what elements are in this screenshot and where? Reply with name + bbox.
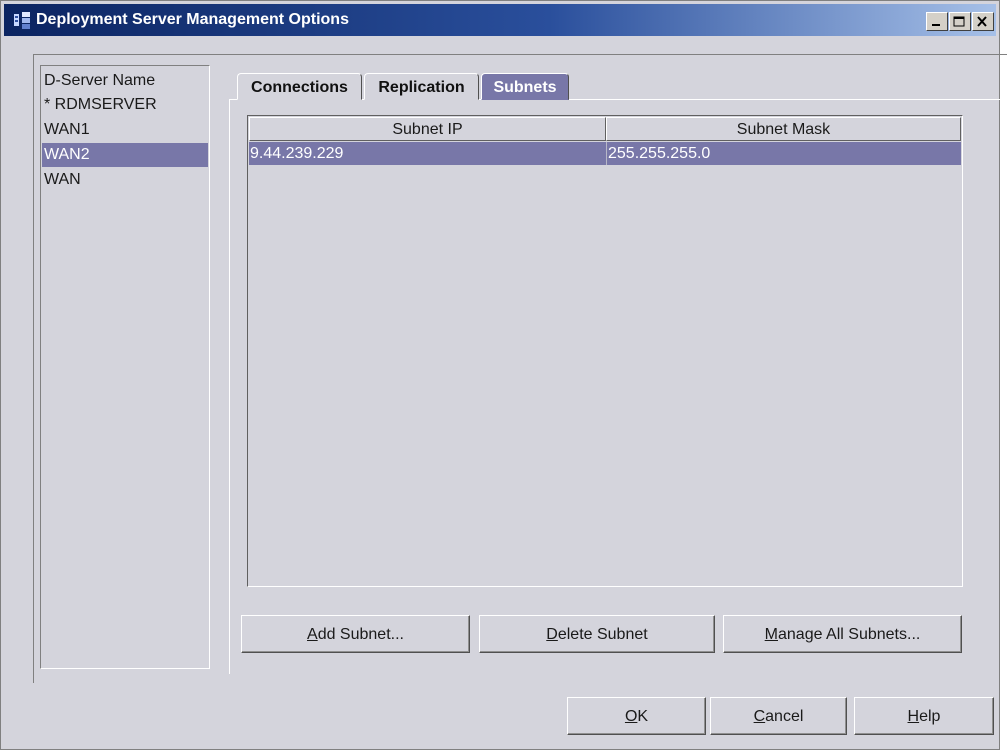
table-row[interactable]: 9.44.239.229 255.255.255.0	[249, 142, 961, 165]
list-item[interactable]: * RDMSERVER	[42, 93, 208, 117]
list-item[interactable]: WAN1	[42, 118, 208, 142]
minimize-icon	[932, 24, 940, 26]
delete-subnet-button[interactable]: Delete Subnet	[479, 615, 715, 653]
cancel-label: ancel	[765, 708, 804, 725]
app-icon	[14, 12, 32, 30]
minimize-button[interactable]	[926, 12, 948, 31]
maximize-button[interactable]	[949, 12, 971, 31]
tab-subnets[interactable]: Subnets	[481, 73, 569, 100]
dialog-window: Deployment Server Management Options D-S…	[0, 0, 1007, 750]
manage-subnets-label: anage All Subnets...	[778, 626, 921, 643]
column-header-subnet-mask[interactable]: Subnet Mask	[606, 117, 961, 141]
manage-subnets-mnemonic: M	[764, 626, 778, 643]
delete-subnet-label: elete Subnet	[557, 626, 648, 643]
add-subnet-label: dd Subnet...	[317, 626, 404, 643]
list-item-selected[interactable]: WAN2	[42, 143, 208, 167]
ok-button[interactable]: OK	[567, 697, 706, 735]
cancel-mnemonic: C	[753, 708, 766, 725]
delete-subnet-mnemonic: D	[546, 626, 558, 643]
cell-subnet-mask: 255.255.255.0	[606, 142, 961, 165]
ok-label: K	[637, 708, 649, 725]
help-mnemonic: H	[907, 708, 920, 725]
list-item[interactable]: D-Server Name	[42, 69, 208, 93]
add-subnet-button[interactable]: Add Subnet...	[241, 615, 470, 653]
subnet-table[interactable]: Subnet IP Subnet Mask 9.44.239.229 255.2…	[247, 115, 963, 587]
cell-subnet-ip: 9.44.239.229	[250, 145, 344, 162]
help-label: elp	[919, 708, 941, 725]
manage-all-subnets-button[interactable]: Manage All Subnets...	[723, 615, 962, 653]
maximize-icon	[953, 16, 965, 27]
tab-replication[interactable]: Replication	[364, 73, 479, 100]
close-icon	[977, 16, 987, 27]
title-bar[interactable]: Deployment Server Management Options	[4, 4, 996, 36]
help-button[interactable]: Help	[854, 697, 994, 735]
column-header-subnet-ip[interactable]: Subnet IP	[249, 117, 606, 141]
close-button[interactable]	[972, 12, 994, 31]
tab-connections[interactable]: Connections	[237, 73, 362, 100]
add-subnet-mnemonic: A	[307, 626, 318, 643]
list-item[interactable]: WAN	[42, 168, 208, 192]
cancel-button[interactable]: Cancel	[710, 697, 847, 735]
window-title: Deployment Server Management Options	[36, 11, 349, 28]
ok-mnemonic: O	[624, 708, 638, 725]
server-list[interactable]: D-Server Name * RDMSERVER WAN1 WAN2 WAN	[40, 65, 210, 669]
